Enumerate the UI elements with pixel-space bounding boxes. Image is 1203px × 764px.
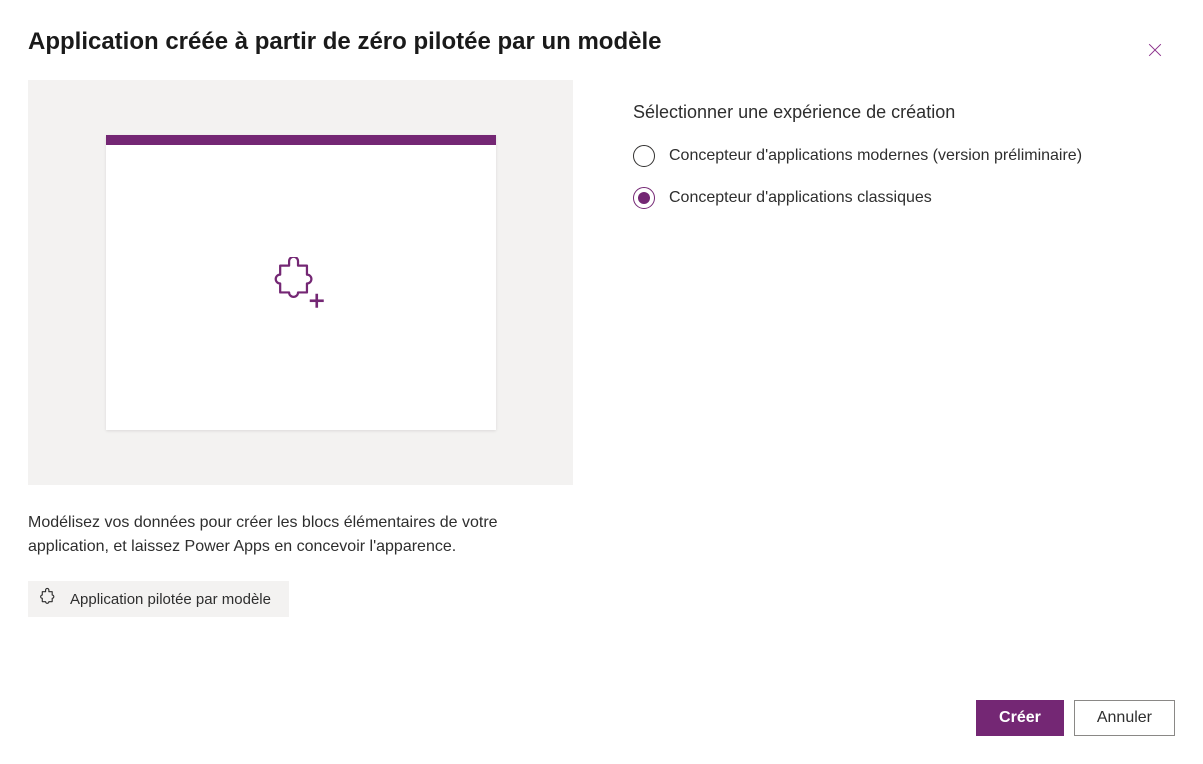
radio-label-classic: Concepteur d'applications classiques [669, 189, 932, 207]
close-button[interactable] [1139, 36, 1171, 68]
options-column: Sélectionner une expérience de création … [633, 80, 1082, 617]
radio-icon [633, 187, 655, 209]
cancel-button[interactable]: Annuler [1074, 700, 1175, 736]
dialog-title: Application créée à partir de zéro pilot… [28, 28, 662, 56]
preview-card-body [106, 145, 496, 430]
preview-card [106, 135, 496, 430]
experience-heading: Sélectionner une expérience de création [633, 102, 1082, 123]
dialog-footer: Créer Annuler [976, 700, 1175, 736]
dialog-description: Modélisez vos données pour créer les blo… [28, 511, 573, 559]
create-button[interactable]: Créer [976, 700, 1064, 736]
app-type-tag: Application pilotée par modèle [28, 581, 289, 617]
preview-column: Modélisez vos données pour créer les blo… [28, 80, 573, 617]
puzzle-icon [38, 587, 58, 611]
preview-card-top-bar [106, 135, 496, 145]
radio-label-modern: Concepteur d'applications modernes (vers… [669, 147, 1082, 165]
preview-area [28, 80, 573, 485]
radio-option-classic[interactable]: Concepteur d'applications classiques [633, 187, 1082, 209]
puzzle-plus-icon [273, 257, 329, 318]
close-icon [1145, 40, 1165, 65]
app-type-tag-label: Application pilotée par modèle [70, 591, 271, 608]
radio-icon [633, 145, 655, 167]
radio-option-modern[interactable]: Concepteur d'applications modernes (vers… [633, 145, 1082, 167]
